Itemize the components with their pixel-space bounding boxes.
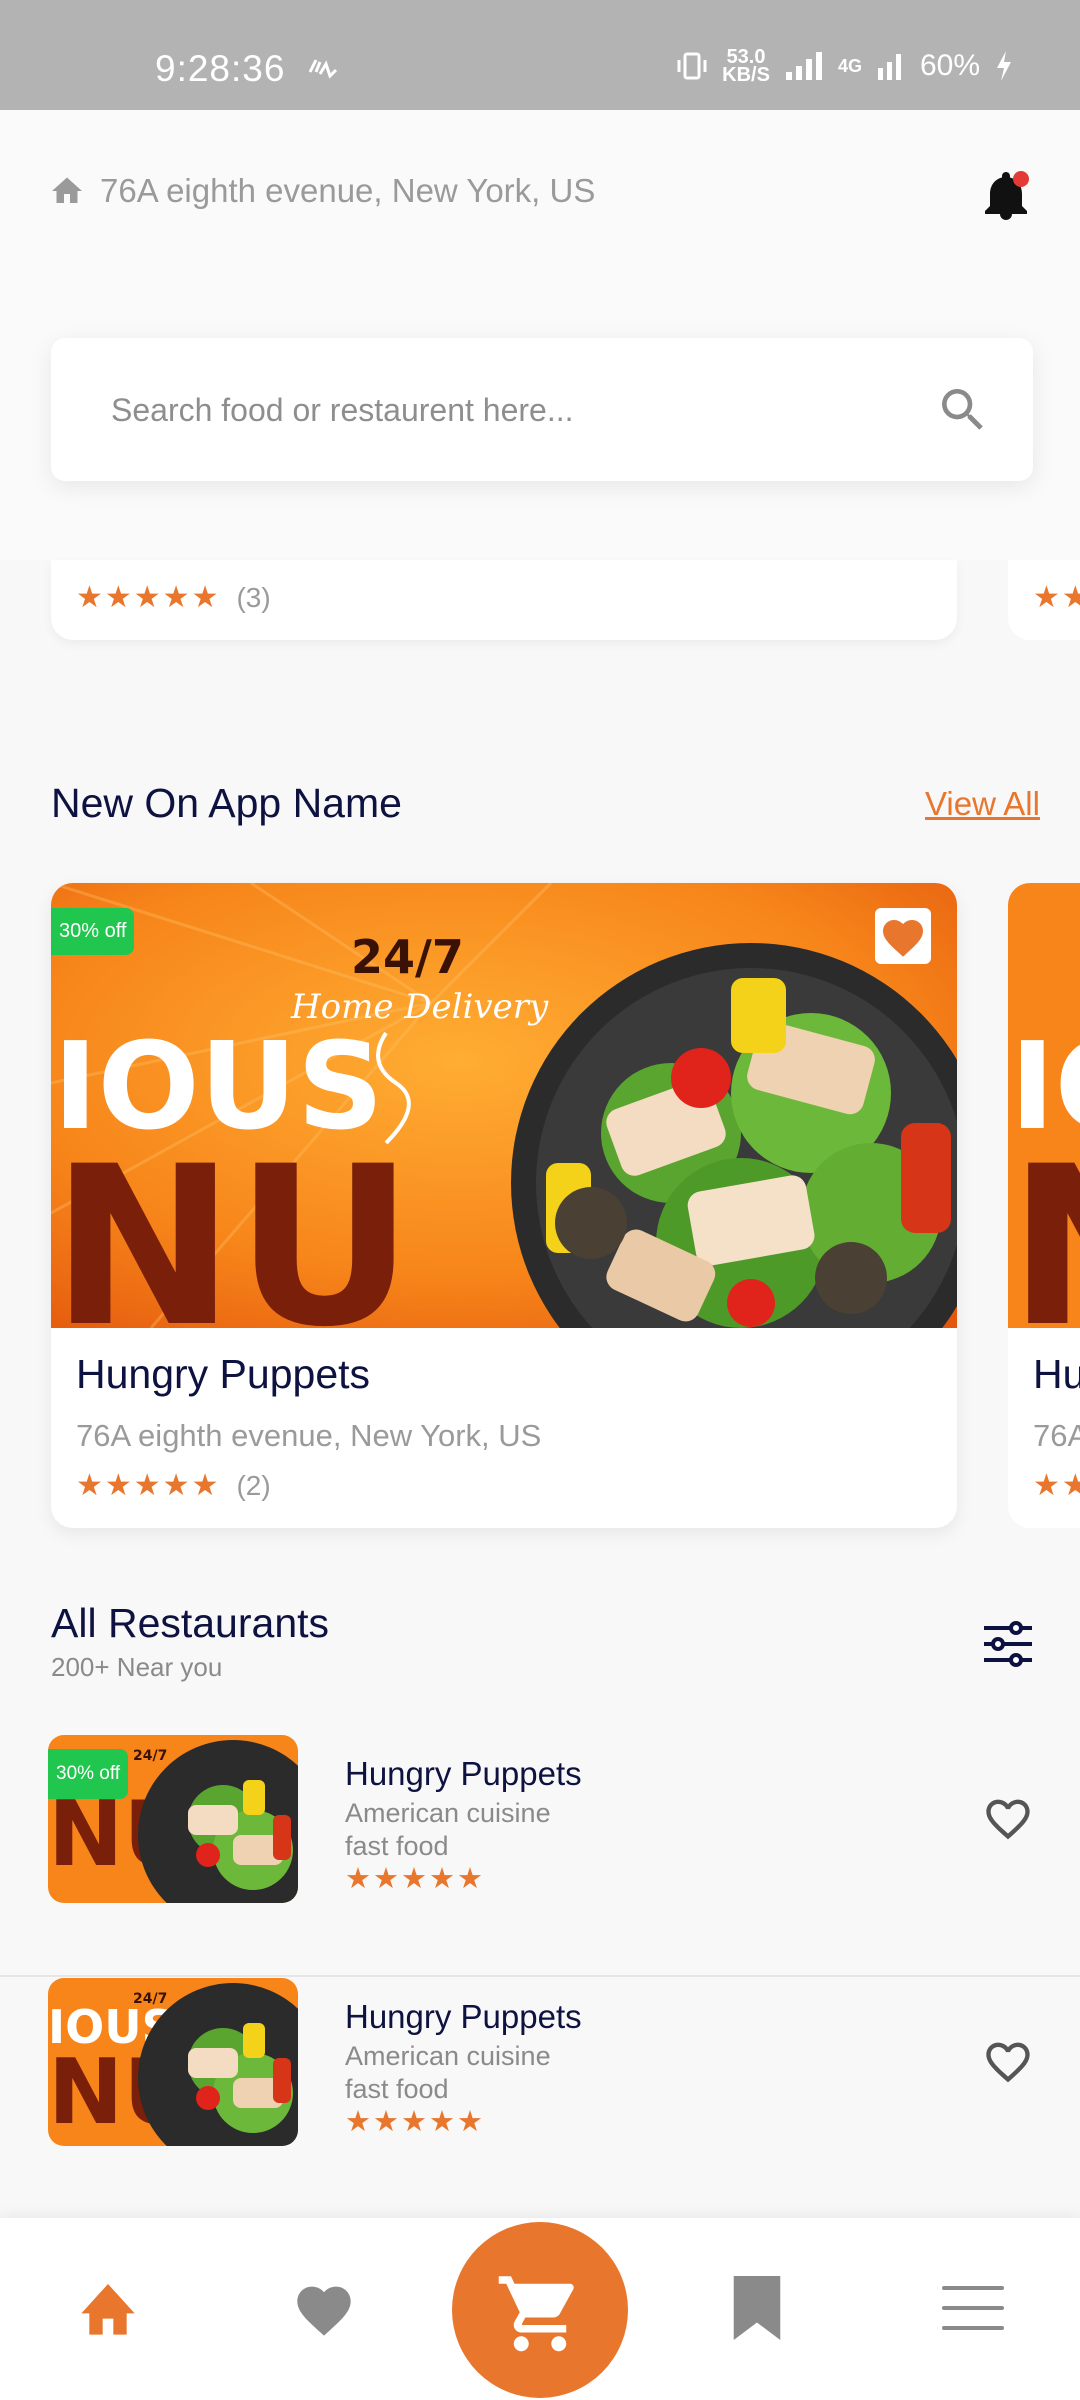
star-rating: ★★★★★	[76, 1469, 221, 1502]
search-bar	[51, 338, 1033, 481]
heart-icon[interactable]	[982, 2036, 1034, 2084]
search-icon[interactable]	[935, 382, 991, 438]
signal-icon-2	[877, 54, 901, 80]
restaurant-type: fast food	[345, 1831, 449, 1861]
location-selector[interactable]: 76A eighth evenue, New York, US	[48, 172, 595, 210]
restaurant-cuisine: American cuisine	[345, 1798, 551, 1828]
network-speed: 53.0 KB/S	[722, 46, 770, 86]
address-text: 76A eighth evenue, New York, US	[100, 172, 596, 209]
restaurant-name: Hu	[1033, 1351, 1080, 1397]
menu-icon[interactable]	[942, 2284, 1004, 2332]
restaurant-image: IOUS NU	[1008, 883, 1080, 1375]
svg-text:24/7: 24/7	[351, 930, 464, 984]
bookmark-icon[interactable]	[733, 2276, 781, 2340]
restaurant-cuisine: American cuisine	[345, 2041, 551, 2071]
heart-icon	[883, 920, 923, 957]
discount-badge: 30% off	[48, 1749, 129, 1799]
section-title: All Restaurants	[51, 1600, 330, 1646]
heart-icon[interactable]	[982, 1793, 1034, 1841]
svg-text:24/7: 24/7	[133, 1748, 167, 1764]
restaurant-list-item[interactable]: NU 24/7 30% off Hungry Puppets American …	[0, 1735, 1080, 1977]
restaurant-image: IOUS NU 24/7 Home Delivery	[51, 883, 957, 1328]
header: 76A eighth evenue, New York, US	[0, 110, 1080, 560]
restaurant-type: fast food	[345, 2074, 449, 2104]
restaurant-name: Hungry Puppets	[345, 1998, 582, 2035]
section-title: New On App Name	[51, 780, 402, 826]
svg-text:Home Delivery: Home Delivery	[290, 987, 549, 1027]
star-rating: ★★★★★	[76, 581, 221, 614]
bell-icon[interactable]	[980, 170, 1032, 226]
svg-text:NU: NU	[51, 1119, 414, 1328]
home-icon[interactable]	[76, 2278, 140, 2338]
featured-restaurant-card-next[interactable]: IOUS NU Hu 76A ★★	[1008, 883, 1080, 1528]
previous-card-strip: ★★★★★ (3) ★★	[0, 560, 1080, 655]
rating: ★★★★★ (3)	[76, 580, 271, 615]
star-rating: ★★	[1033, 1469, 1080, 1502]
restaurant-name: Hungry Puppets	[76, 1351, 371, 1397]
restaurant-thumbnail: IOUS NU 24/7	[48, 1978, 298, 2146]
signal-icon	[785, 52, 822, 80]
status-bar: 9:28:36 53.0 KB/S 4G 60%	[0, 0, 1080, 110]
restaurant-thumbnail: NU 24/7 30% off	[48, 1735, 298, 1903]
restaurant-name: Hungry Puppets	[345, 1755, 582, 1792]
restaurant-card-partial-next[interactable]: ★★	[1008, 560, 1080, 640]
home-icon	[52, 177, 82, 203]
rating: ★★★★★ (2)	[76, 1468, 271, 1503]
star-rating: ★★★★★	[345, 1863, 485, 1895]
network-type: 4G	[837, 55, 862, 76]
status-indicators: 53.0 KB/S 4G 60%	[676, 46, 1014, 86]
rating-count: (2)	[236, 1469, 271, 1501]
discount-badge: 30% off	[51, 908, 135, 955]
battery-level: 60%	[919, 49, 980, 82]
view-all-link[interactable]: View All	[925, 785, 1040, 823]
rating-count: (3)	[236, 581, 271, 613]
svg-text:24/7: 24/7	[133, 1991, 167, 2007]
section-subtitle: 200+ Near you	[51, 1652, 223, 1682]
cart-icon	[498, 2276, 574, 2352]
favorite-button[interactable]	[875, 908, 931, 964]
restaurant-address: 76A	[1033, 1418, 1080, 1453]
restaurant-list-item[interactable]: IOUS NU 24/7 Hungry Puppets American cui…	[0, 1978, 1080, 2220]
filter-icon[interactable]	[982, 1620, 1034, 1668]
star-rating: ★★	[1033, 581, 1080, 614]
status-time: 9:28:36	[155, 48, 286, 89]
restaurant-card-partial[interactable]: ★★★★★ (3)	[51, 560, 957, 640]
charging-icon	[997, 51, 1011, 81]
svg-text:NU: NU	[1008, 1119, 1080, 1328]
featured-restaurant-card[interactable]: IOUS NU 24/7 Home Delivery 30% off Hungr…	[51, 883, 957, 1528]
star-rating: ★★★★★	[345, 2106, 485, 2138]
vibrate-icon	[677, 52, 707, 80]
search-input[interactable]	[111, 380, 891, 440]
cart-button[interactable]	[452, 2222, 628, 2398]
gesture-icon	[308, 59, 338, 79]
restaurant-address: 76A eighth evenue, New York, US	[76, 1418, 542, 1453]
heart-icon[interactable]	[292, 2278, 356, 2338]
